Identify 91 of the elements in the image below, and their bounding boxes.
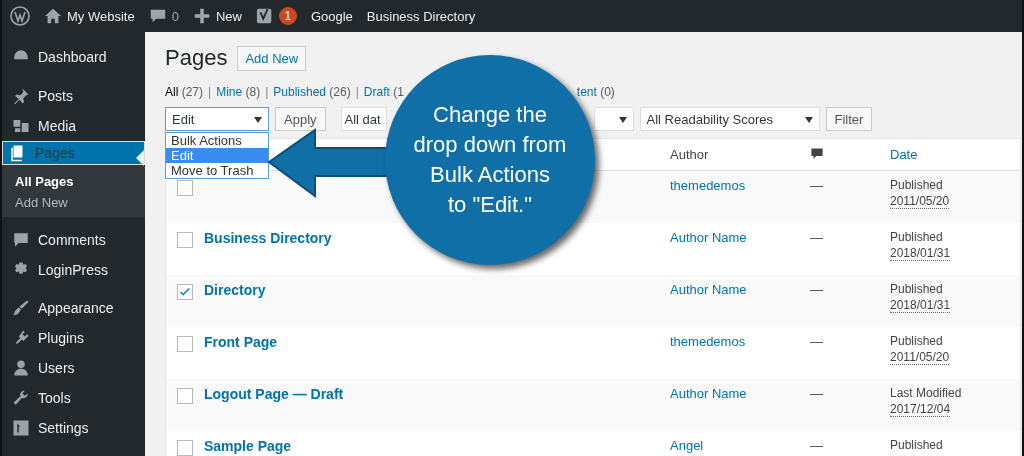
menu-icon [12, 389, 30, 407]
row-checkbox[interactable] [177, 180, 193, 196]
comment-count[interactable]: 0 [171, 8, 179, 24]
submenu-item[interactable]: All Pages [2, 171, 145, 192]
apply-button[interactable]: Apply [275, 107, 326, 131]
readability-select[interactable]: All Readability Scores [639, 107, 820, 131]
comment-count: — [810, 386, 823, 401]
view-link[interactable]: All (27) [165, 85, 203, 101]
author-link[interactable]: Author Name [670, 230, 747, 245]
caret-icon [618, 117, 627, 123]
date-text: 2017/12/04 [890, 402, 951, 417]
bulk-actions-select[interactable]: Edit [165, 107, 269, 131]
check-icon [178, 285, 192, 299]
author-link[interactable]: Author Name [670, 282, 747, 297]
sidebar-item[interactable]: LoginPress [2, 255, 145, 285]
date-status: Published [890, 230, 944, 244]
page-title-link[interactable]: Business Directory [204, 230, 332, 246]
row-checkbox[interactable] [177, 388, 193, 404]
sidebar-item[interactable]: Comments [2, 225, 145, 255]
add-new-button[interactable]: Add New [237, 45, 307, 71]
dropdown-option[interactable]: Bulk Actions [166, 133, 268, 148]
sidebar-item[interactable]: Posts [2, 81, 145, 111]
page-title-link[interactable]: Front Page [204, 334, 278, 350]
author-link[interactable]: themedemos [670, 178, 746, 193]
row-checkbox[interactable] [177, 232, 193, 248]
filter-select[interactable] [593, 107, 634, 131]
page-title-link[interactable]: Sample Page [204, 438, 292, 454]
comment-icon [810, 147, 824, 161]
dropdown-option[interactable]: Move to Trash [166, 163, 268, 178]
menu-icon [12, 299, 30, 317]
sidebar-item[interactable]: Users [2, 353, 145, 383]
menu-icon [12, 231, 30, 249]
sidebar-item[interactable]: Settings [2, 413, 145, 443]
sidebar-item[interactable]: Appearance [2, 293, 145, 323]
sidebar-item[interactable]: Plugins [2, 323, 145, 353]
sidebar-item[interactable]: Media [2, 111, 145, 141]
toolbar-link[interactable]: Business Directory [366, 8, 476, 24]
view-link[interactable]: tent (0) [576, 85, 615, 101]
comment-count: — [810, 438, 823, 453]
comment-count: — [810, 178, 823, 193]
page-title-link[interactable]: Logout Page — Draft [204, 386, 344, 402]
row-checkbox[interactable] [177, 336, 193, 352]
callout-text: Bulk Actions [430, 161, 550, 189]
callout-text: drop down from [413, 131, 567, 159]
view-link[interactable]: Published (26) [273, 85, 351, 101]
date-select[interactable]: All dat [340, 107, 387, 131]
date-status: Published [890, 178, 944, 192]
menu-icon [12, 87, 30, 105]
column-header: Author [670, 147, 710, 162]
site-link[interactable]: My Website [67, 8, 135, 24]
filter-button[interactable]: Filter [825, 107, 873, 131]
date-text: 2011/05/20 [890, 194, 950, 209]
menu-icon [12, 117, 30, 135]
separator: | [355, 85, 359, 101]
view-link[interactable]: Mine (8) [216, 85, 261, 101]
date-status: Published [890, 438, 944, 452]
author-link[interactable]: themedemos [670, 334, 746, 349]
sidebar-item[interactable]: Dashboard [2, 42, 145, 72]
plus-icon[interactable] [192, 7, 211, 25]
caret-icon [254, 117, 262, 123]
home-icon[interactable] [44, 7, 62, 25]
row-checkbox[interactable] [177, 440, 193, 456]
separator: | [208, 85, 212, 101]
column-header[interactable]: Date [890, 147, 1020, 162]
comment-count: — [810, 230, 823, 245]
page-title-link[interactable]: Directory [204, 282, 266, 298]
toolbar-link[interactable]: Google [310, 8, 353, 24]
author-link[interactable]: Author Name [670, 386, 747, 401]
menu-icon [12, 359, 30, 377]
notification-badge: 1 [278, 7, 297, 25]
row-checkbox[interactable] [177, 284, 193, 300]
wordpress-logo-icon[interactable] [10, 6, 30, 26]
submenu-item[interactable]: Add New [2, 192, 145, 213]
callout-text: to "Edit." [447, 191, 533, 219]
page-title: Pages [165, 45, 228, 71]
date-text: 2018/01/31 [890, 298, 951, 313]
date-status: Published [890, 282, 944, 296]
date-text: 2011/05/20 [890, 350, 950, 365]
new-link[interactable]: New [215, 8, 242, 24]
date-status: Published [890, 334, 944, 348]
caret-icon [804, 117, 813, 123]
date-text: 2018/01/31 [890, 246, 951, 261]
sidebar-item[interactable]: Tools [2, 383, 145, 413]
author-link[interactable]: Angel [670, 438, 704, 453]
menu-icon [12, 419, 30, 437]
date-status: Last Modified [890, 386, 963, 400]
view-link[interactable]: Draft (1 [363, 85, 404, 101]
separator: | [265, 85, 269, 101]
callout-text: Change the [433, 101, 547, 129]
comment-count: — [810, 334, 823, 349]
comment-count: — [810, 282, 823, 297]
